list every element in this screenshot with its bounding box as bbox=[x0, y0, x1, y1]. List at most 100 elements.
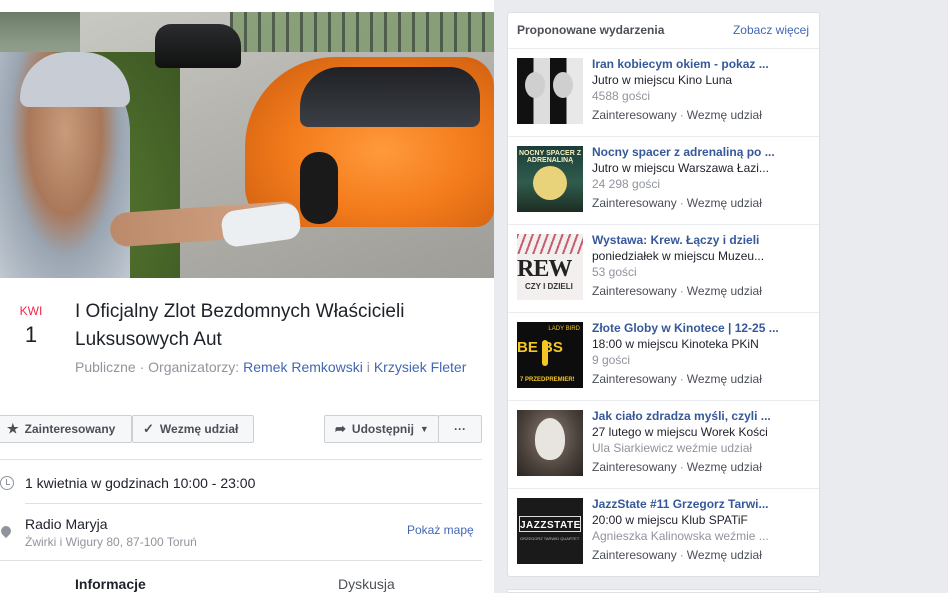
event-thumbnail[interactable] bbox=[517, 58, 583, 124]
going-label: Wezmę udział bbox=[159, 422, 239, 436]
clock-icon bbox=[0, 476, 14, 490]
event-item-when: 20:00 w miejscu Klub SPATiF bbox=[592, 513, 748, 527]
thumb-text: NOCNY SPACER Z ADRENALINĄ bbox=[519, 150, 581, 164]
event-item-title[interactable]: JazzState #11 Grzegorz Tarwi... bbox=[592, 497, 792, 511]
event-item-extra: 9 gości bbox=[592, 353, 631, 367]
share-arrow-icon: ➦ bbox=[335, 421, 346, 436]
thumb-label: JAZZSTATE bbox=[520, 520, 581, 531]
event-item-title[interactable]: Złote Globy w Kinotece | 12-25 ... bbox=[592, 321, 792, 335]
event-item-actions: Zainteresowany · Wezmę udział bbox=[592, 284, 762, 298]
thumb-big-text: REW bbox=[517, 256, 572, 282]
event-item-actions: Zainteresowany · Wezmę udział bbox=[592, 548, 762, 562]
place-name[interactable]: Radio Maryja bbox=[25, 516, 107, 532]
thumb-mask bbox=[535, 418, 565, 460]
thumb-small-text: CZY I DZIELI bbox=[525, 282, 573, 291]
cover-dark-car bbox=[155, 24, 241, 68]
action-separator: · bbox=[679, 460, 684, 474]
event-item-actions: Zainteresowany · Wezmę udział bbox=[592, 196, 762, 210]
action-separator: · bbox=[679, 548, 684, 562]
organizers-label: Organizatorzy: bbox=[148, 359, 240, 375]
more-options-button[interactable]: ··· bbox=[438, 415, 482, 443]
event-item-title[interactable]: Iran kobiecym okiem - pokaz ... bbox=[592, 57, 792, 71]
show-map-link[interactable]: Pokaż mapę bbox=[407, 523, 474, 537]
item-going-link[interactable]: Wezmę udział bbox=[687, 108, 762, 122]
event-thumbnail[interactable]: LADY BIRD BE BS 7 PRZEDPREMIER! bbox=[517, 322, 583, 388]
share-label: Udostępnij bbox=[351, 422, 414, 436]
next-panel-edge bbox=[507, 589, 820, 593]
suggested-event-item[interactable]: LADY BIRD BE BS 7 PRZEDPREMIER! Złote Gl… bbox=[508, 312, 819, 400]
event-item-extra: 4588 gości bbox=[592, 89, 651, 103]
suggested-events-panel: Proponowane wydarzenia Zobacz więcej Ira… bbox=[507, 12, 820, 577]
thumb-face bbox=[553, 72, 573, 98]
location-pin-icon bbox=[0, 523, 14, 539]
event-item-title[interactable]: Nocny spacer z adrenaliną po ... bbox=[592, 145, 792, 159]
event-visibility: Publiczne bbox=[75, 359, 136, 375]
cover-car-wheel bbox=[300, 152, 338, 224]
event-thumbnail[interactable]: REW CZY I DZIELI bbox=[517, 234, 583, 300]
event-thumbnail[interactable]: JAZZSTATE GRZEGORZ TARWID QUARTET bbox=[517, 498, 583, 564]
organizer-link-1[interactable]: Remek Remkowski bbox=[243, 359, 363, 375]
cover-car-windshield bbox=[300, 67, 480, 127]
event-time: 1 kwietnia w godzinach 10:00 - 23:00 bbox=[25, 475, 256, 491]
event-item-actions: Zainteresowany · Wezmę udział bbox=[592, 460, 762, 474]
place-address: Żwirki i Wigury 80, 87-100 Toruń bbox=[25, 535, 197, 549]
item-going-link[interactable]: Wezmę udział bbox=[687, 548, 762, 562]
organizer-and: i bbox=[366, 359, 370, 375]
event-month: KWI bbox=[19, 304, 43, 318]
thumb-tree bbox=[517, 234, 583, 254]
event-item-when: 18:00 w miejscu Kinoteka PKiN bbox=[592, 337, 759, 351]
suggested-event-item[interactable]: NOCNY SPACER Z ADRENALINĄ Nocny spacer z… bbox=[508, 136, 819, 224]
tab-discussion[interactable]: Dyskusja bbox=[338, 576, 395, 592]
event-item-title[interactable]: Wystawa: Krew. Łączy i dzieli bbox=[592, 233, 792, 247]
event-thumbnail[interactable] bbox=[517, 410, 583, 476]
event-item-actions: Zainteresowany · Wezmę udział bbox=[592, 108, 762, 122]
see-more-link[interactable]: Zobacz więcej bbox=[733, 23, 809, 37]
divider-top bbox=[0, 459, 482, 460]
event-item-when: 27 lutego w miejscu Worek Kości bbox=[592, 425, 768, 439]
event-item-extra: 24 298 gości bbox=[592, 177, 661, 191]
item-going-link[interactable]: Wezmę udział bbox=[687, 372, 762, 386]
meta-separator: · bbox=[139, 359, 145, 375]
event-title: I Oficjalny Zlot Bezdomnych Właścicieli … bbox=[75, 301, 405, 350]
event-item-actions: Zainteresowany · Wezmę udział bbox=[592, 372, 762, 386]
item-interested-link[interactable]: Zainteresowany bbox=[592, 460, 677, 474]
item-going-link[interactable]: Wezmę udział bbox=[687, 460, 762, 474]
share-button[interactable]: ➦ Udostępnij ▼ bbox=[324, 415, 439, 443]
action-separator: · bbox=[679, 108, 684, 122]
action-separator: · bbox=[679, 196, 684, 210]
suggested-heading: Proponowane wydarzenia bbox=[517, 23, 665, 37]
event-item-title[interactable]: Jak ciało zdradza myśli, czyli ... bbox=[592, 409, 792, 423]
event-cover-photo[interactable] bbox=[0, 12, 494, 278]
thumb-moon bbox=[533, 166, 567, 200]
event-item-extra: 53 gości bbox=[592, 265, 637, 279]
event-item-extra: Agnieszka Kalinowska weźmie ... bbox=[592, 529, 769, 543]
item-going-link[interactable]: Wezmę udział bbox=[687, 196, 762, 210]
thumb-statuette bbox=[542, 340, 548, 366]
event-item-extra: Ula Siarkiewicz weźmie udział bbox=[592, 441, 753, 455]
event-item-when: Jutro w miejscu Kino Luna bbox=[592, 73, 733, 87]
caret-down-icon: ▼ bbox=[419, 424, 429, 434]
organizer-link-2[interactable]: Krzysiek Fleter bbox=[374, 359, 467, 375]
item-interested-link[interactable]: Zainteresowany bbox=[592, 108, 677, 122]
suggested-event-item[interactable]: JAZZSTATE GRZEGORZ TARWID QUARTET JazzSt… bbox=[508, 488, 819, 576]
event-item-when: poniedziałek w miejscu Muzeu... bbox=[592, 249, 765, 263]
interested-button[interactable]: ★ Zainteresowany bbox=[0, 415, 132, 443]
star-icon: ★ bbox=[7, 421, 19, 436]
tab-info[interactable]: Informacje bbox=[75, 576, 146, 592]
more-dots-icon: ··· bbox=[454, 422, 466, 436]
thumb-face bbox=[525, 72, 545, 98]
item-going-link[interactable]: Wezmę udział bbox=[687, 284, 762, 298]
item-interested-link[interactable]: Zainteresowany bbox=[592, 372, 677, 386]
going-button[interactable]: ✓ Wezmę udział bbox=[132, 415, 254, 443]
divider-bottom bbox=[0, 560, 482, 561]
event-item-when: Jutro w miejscu Warszawa Łazi... bbox=[592, 161, 769, 175]
suggested-event-item[interactable]: REW CZY I DZIELI Wystawa: Krew. Łączy i … bbox=[508, 224, 819, 312]
suggested-event-item[interactable]: Jak ciało zdradza myśli, czyli ... 27 lu… bbox=[508, 400, 819, 488]
cover-fence bbox=[230, 12, 494, 52]
item-interested-link[interactable]: Zainteresowany bbox=[592, 196, 677, 210]
suggested-event-item[interactable]: Iran kobiecym okiem - pokaz ... Jutro w … bbox=[508, 48, 819, 136]
event-main-column: KWI 1 I Oficjalny Zlot Bezdomnych Właści… bbox=[0, 0, 494, 593]
event-thumbnail[interactable]: NOCNY SPACER Z ADRENALINĄ bbox=[517, 146, 583, 212]
item-interested-link[interactable]: Zainteresowany bbox=[592, 548, 677, 562]
item-interested-link[interactable]: Zainteresowany bbox=[592, 284, 677, 298]
